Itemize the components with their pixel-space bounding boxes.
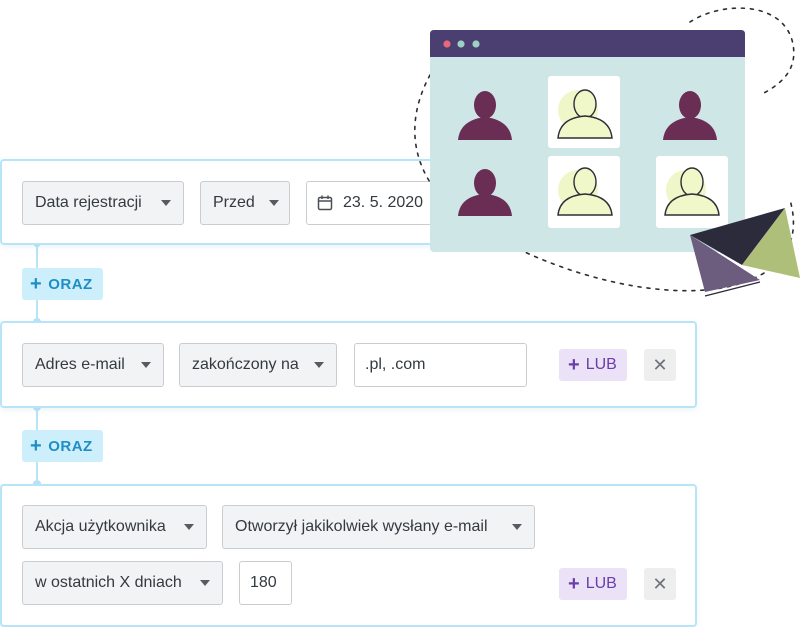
plus-icon: + <box>30 435 43 457</box>
chevron-down-icon <box>200 580 210 586</box>
operator-select[interactable]: Przed <box>200 181 290 225</box>
window-dot-red <box>443 40 451 48</box>
operator-select[interactable]: zakończony na <box>179 343 337 387</box>
field-select[interactable]: Data rejestracji <box>22 181 184 225</box>
email-suffix-input[interactable]: .pl, .com <box>354 343 527 387</box>
avatar-highlighted <box>656 156 728 228</box>
window-dot-green <box>472 40 480 48</box>
field-select-value: Data rejestracji <box>35 194 142 211</box>
action-select[interactable]: Otworzył jakikolwiek wysłany e-mail <box>222 505 535 549</box>
period-select[interactable]: w ostatnich X dniach <box>22 561 223 605</box>
or-label: LUB <box>585 356 617 373</box>
chevron-down-icon <box>512 524 522 530</box>
field-select[interactable]: Akcja użytkownika <box>22 505 207 549</box>
plus-icon: + <box>30 273 43 295</box>
condition-card-user-action: Akcja użytkownika Otworzył jakikolwiek w… <box>0 484 697 627</box>
plus-icon: + <box>568 354 580 376</box>
add-or-condition-button[interactable]: + LUB <box>559 568 627 600</box>
avatar-highlighted <box>548 156 620 228</box>
or-label: LUB <box>585 575 617 592</box>
audience-illustration <box>414 7 800 297</box>
close-icon: ✕ <box>652 354 668 375</box>
email-suffix-value: .pl, .com <box>365 356 426 373</box>
add-and-condition-button[interactable]: + ORAZ <box>22 430 103 462</box>
chevron-down-icon <box>141 362 151 368</box>
add-and-condition-button[interactable]: + ORAZ <box>22 268 103 300</box>
chevron-down-icon <box>268 200 279 206</box>
period-select-value: w ostatnich X dniach <box>35 574 182 591</box>
remove-condition-button[interactable]: ✕ <box>644 568 676 600</box>
chevron-down-icon <box>314 362 324 368</box>
add-or-condition-button[interactable]: + LUB <box>559 349 627 381</box>
chevron-down-icon <box>161 200 171 206</box>
remove-condition-button[interactable]: ✕ <box>644 349 676 381</box>
condition-card-email: Adres e-mail zakończony na .pl, .com + L… <box>0 321 697 408</box>
field-select[interactable]: Adres e-mail <box>22 343 164 387</box>
days-value: 180 <box>250 574 277 591</box>
days-input[interactable]: 180 <box>239 561 292 605</box>
close-icon: ✕ <box>652 573 668 594</box>
field-select-value: Akcja użytkownika <box>35 518 166 535</box>
avatar-highlighted <box>548 76 620 148</box>
field-select-value: Adres e-mail <box>35 356 125 373</box>
chevron-down-icon <box>184 524 194 530</box>
plus-icon: + <box>568 573 580 595</box>
and-label: ORAZ <box>48 275 93 293</box>
window-dot-yellow <box>457 40 465 48</box>
action-select-value: Otworzył jakikolwiek wysłany e-mail <box>235 518 488 535</box>
calendar-icon <box>317 195 333 211</box>
operator-select-value: Przed <box>213 194 255 211</box>
and-label: ORAZ <box>48 437 93 455</box>
operator-select-value: zakończony na <box>192 356 299 373</box>
